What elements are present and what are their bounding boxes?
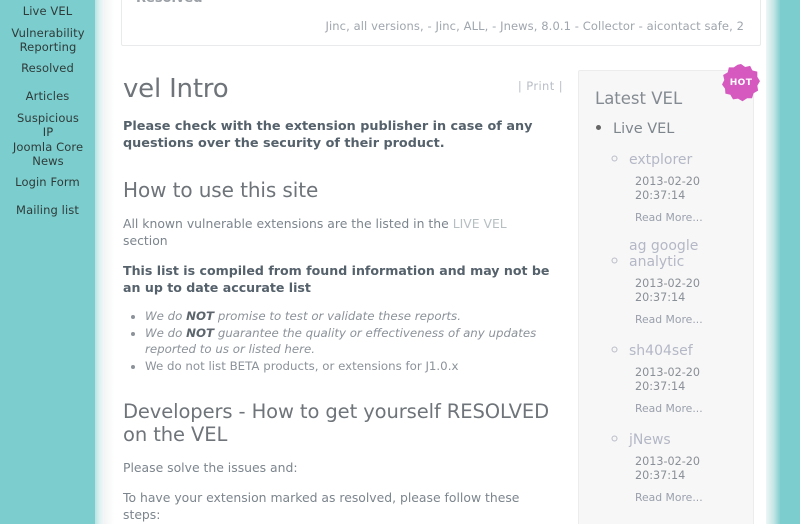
sidebar-item-suspicious-ip[interactable]: Suspicious IP — [10, 111, 86, 139]
latest-vel-entries: extplorer 2013-02-20 20:37:14 Read More.… — [613, 149, 753, 505]
group-label-live-vel[interactable]: Live VEL — [613, 121, 674, 137]
vel-entry-date: 2013-02-20 — [635, 455, 701, 468]
compiled-note: This list is compiled from found informa… — [123, 263, 550, 295]
vel-entry-time: 20:37:14 — [635, 291, 686, 304]
vel-entry-time: 20:37:14 — [635, 189, 686, 202]
bullet-emph: NOT — [186, 309, 215, 323]
article-body: | Print | vel Intro Please check with th… — [121, 62, 565, 524]
how-text-after: section — [123, 233, 168, 248]
page-title: vel Intro — [123, 74, 229, 104]
publisher-notice: Please check with the extension publishe… — [123, 119, 533, 151]
how-text-before: All known vulnerable extensions are the … — [123, 216, 453, 231]
bullet-post: promise to test or validate these report… — [214, 309, 461, 323]
list-item: We do NOT promise to test or validate th… — [145, 308, 550, 324]
page-root: Live VEL Vulnerability Reporting Resolve… — [0, 0, 800, 524]
read-more-link[interactable]: Read More... — [635, 313, 703, 326]
vel-entry-timestamp: 2013-02-20 20:37:14 — [635, 455, 727, 483]
sidebar-item-joomla-core-news[interactable]: Joomla Core News — [8, 140, 88, 168]
sidebar-nav: Live VEL Vulnerability Reporting Resolve… — [0, 0, 95, 524]
sidebar-item-live-vel[interactable]: Live VEL — [0, 4, 95, 18]
sidebar-item-mailing-list[interactable]: Mailing list — [0, 203, 95, 217]
print-separator-right: | — [558, 79, 563, 93]
sidebar-item-resolved[interactable]: Resolved — [0, 61, 95, 75]
vel-entry-date: 2013-02-20 — [635, 366, 701, 379]
vel-entry-time: 20:37:14 — [635, 380, 686, 393]
how-to-use-heading: How to use this site — [123, 178, 319, 202]
bullet-emph: NOT — [186, 326, 215, 340]
print-separator-left: | — [517, 79, 523, 93]
bullet-pre: We do not list BETA products, or extensi… — [145, 359, 459, 373]
vel-entry-date: 2013-02-20 — [635, 175, 701, 188]
vel-entry-date: 2013-02-20 — [635, 277, 701, 290]
sidebar-item-login-form[interactable]: Login Form — [0, 175, 95, 189]
bullet-pre: We do — [145, 309, 187, 323]
read-more-link[interactable]: Read More... — [635, 211, 703, 224]
list-item: sh404sef 2013-02-20 20:37:14 Read More..… — [629, 340, 753, 416]
live-vel-link[interactable]: LIVE VEL — [453, 216, 507, 231]
developers-heading: Developers - How to get yourself RESOLVE… — [123, 400, 549, 446]
vel-entry-link[interactable]: ag google analytic — [629, 238, 753, 270]
solve-issues-text: Please solve the issues and: — [123, 460, 298, 475]
print-controls: | Print | — [518, 79, 563, 93]
resolved-box-tags[interactable]: Jinc, all versions, - Jinc, ALL, - Jnews… — [325, 19, 744, 33]
right-rail-gradient — [766, 0, 780, 524]
sidebar-item-articles[interactable]: Articles — [0, 89, 95, 103]
vel-entry-timestamp: 2013-02-20 20:37:14 — [635, 277, 727, 305]
read-more-link[interactable]: Read More... — [635, 402, 703, 415]
list-item: extplorer 2013-02-20 20:37:14 Read More.… — [629, 149, 753, 225]
vel-entry-link[interactable]: sh404sef — [629, 343, 693, 359]
list-item: ag google analytic 2013-02-20 20:37:14 R… — [629, 238, 753, 327]
sidebar-item-vulnerability-reporting[interactable]: Vulnerability Reporting — [8, 26, 88, 54]
right-teal-rail — [780, 0, 800, 524]
disclaimer-list: We do NOT promise to test or validate th… — [121, 308, 565, 374]
resolved-box-title: Resolved — [136, 0, 203, 6]
vel-entry-timestamp: 2013-02-20 20:37:14 — [635, 366, 727, 394]
vel-entry-link[interactable]: extplorer — [629, 152, 692, 168]
sheet-left-shadow — [104, 0, 114, 524]
resolved-summary-box: Resolved Jinc, all versions, - Jinc, ALL… — [121, 0, 761, 46]
how-to-use-text: All known vulnerable extensions are the … — [123, 215, 553, 249]
list-item: We do NOT guarantee the quality or effec… — [145, 325, 550, 357]
print-link[interactable]: Print — [526, 79, 554, 93]
list-item: jNews 2013-02-20 20:37:14 Read More... — [629, 429, 753, 505]
list-item: Live VEL extplorer 2013-02-20 20:37:14 R… — [613, 118, 753, 505]
left-rail-gradient — [95, 0, 104, 524]
vel-entry-link[interactable]: jNews — [629, 432, 671, 448]
vel-entry-time: 20:37:14 — [635, 469, 686, 482]
steps-intro-text: To have your extension marked as resolve… — [123, 490, 520, 522]
latest-vel-module: Latest VEL Live VEL extplorer 2013-02-20… — [578, 70, 754, 524]
list-item: We do not list BETA products, or extensi… — [145, 358, 550, 374]
bullet-pre: We do — [145, 326, 187, 340]
latest-vel-group-list: Live VEL extplorer 2013-02-20 20:37:14 R… — [579, 118, 753, 505]
read-more-link[interactable]: Read More... — [635, 491, 703, 504]
vel-entry-timestamp: 2013-02-20 20:37:14 — [635, 175, 727, 203]
